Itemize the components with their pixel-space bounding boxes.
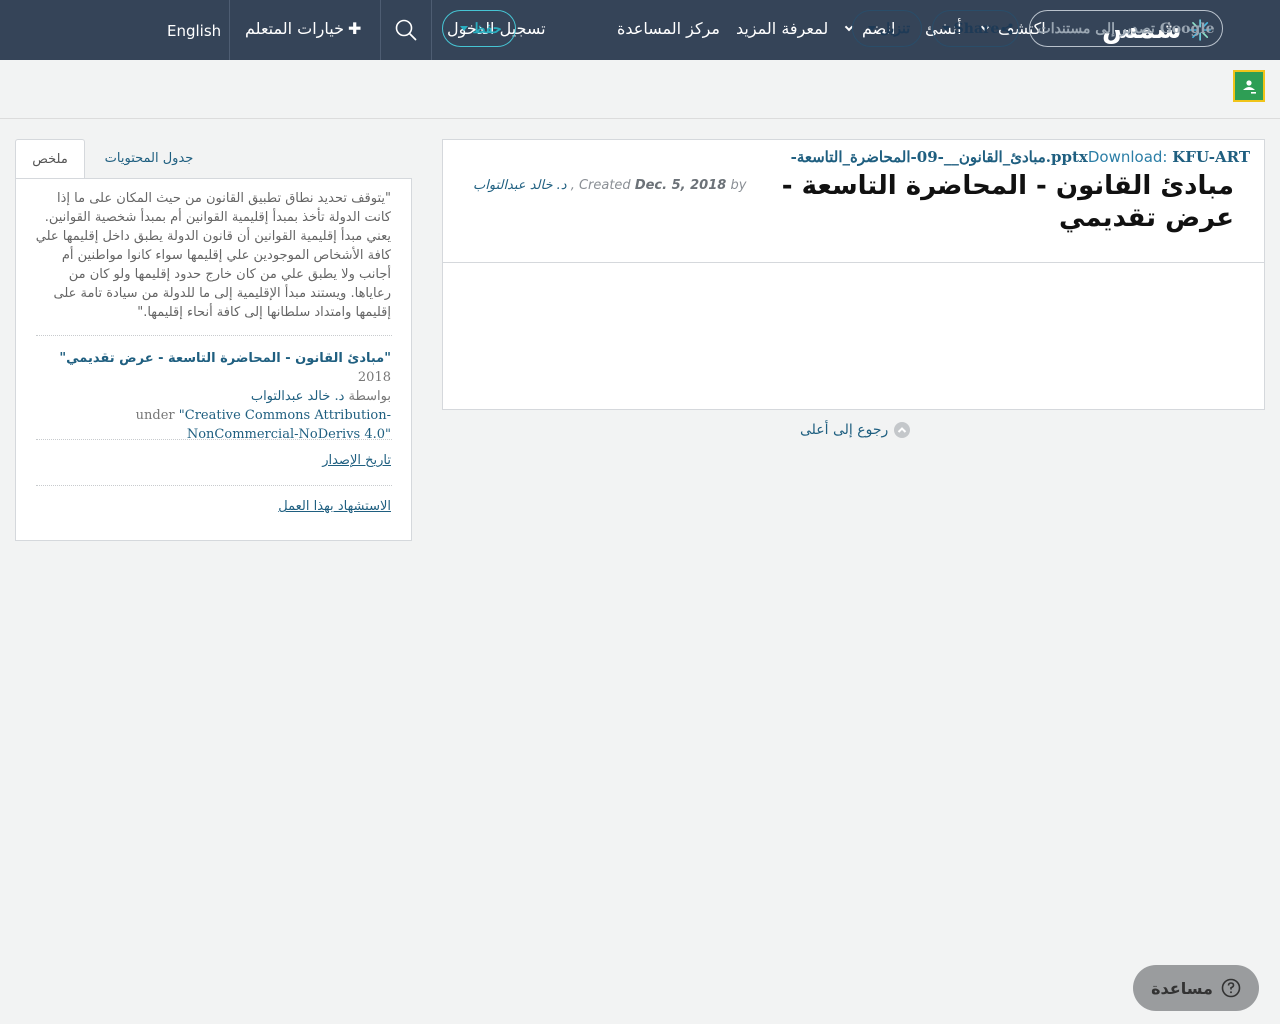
tab-summary-label: ملخص [32,152,68,167]
divider [36,335,392,336]
caret-down-icon [867,26,876,31]
file-prefix: KFU-ART [1172,148,1250,166]
attribution-author-link[interactable]: د. خالد عبدالتواب [251,389,345,404]
caret-down-icon [941,26,950,31]
author-link[interactable]: د. خالد عبدالتواب [473,178,567,193]
resource-title: مبادئ القانون - المحاضرة التاسعة - عرض ت… [781,171,1234,233]
presentation-type-icon [1233,70,1265,102]
divider [36,439,392,440]
back-to-top-label: رجوع إلى أعلى [800,422,889,438]
license-link[interactable]: "Creative Commons Attribution-NonCommerc… [179,408,391,442]
nav-divider [229,0,230,60]
created-label: Created [578,178,631,193]
download-dropdown-label: تنزيل [879,20,911,37]
download-dropdown-button[interactable]: تنزيل [852,10,922,47]
plus-icon: ✚ [347,19,362,38]
question-circle-icon [1221,978,1241,998]
share-icon [1001,23,1013,34]
nav-learn-more[interactable]: لمعرفة المزيد [736,0,828,60]
attribution-under: under [135,408,175,423]
sidebar-panel: "يتوقف تحديد نطاق تطبيق القانون من حيث ا… [15,178,412,541]
created-date: Dec. 5, 2018 [634,178,727,193]
caret-down-icon [460,26,469,31]
nav-language-switch[interactable]: English [167,0,221,60]
nav-learn-more-label: لمعرفة المزيد [736,19,829,38]
save-dropdown-button[interactable]: حفظ [442,10,516,47]
summary-text: "يتوقف تحديد نطاق تطبيق القانون من حيث ا… [35,191,391,320]
nav-help-center-label: مركز المساعدة [617,19,720,38]
export-google-docs-button[interactable]: تصدير إلى مستندات Google [1029,10,1223,47]
nav-divider [380,0,381,60]
share-label: Share [953,20,1000,37]
attribution-year: 2018 [357,370,391,385]
by-label: by [730,178,747,193]
attribution-title: "مبادئ القانون - المحاضرة التاسعة - عرض … [59,351,391,366]
back-to-top-link[interactable]: رجوع إلى أعلى [800,422,911,438]
help-button-label: مساعدة [1151,978,1213,998]
chevron-up-circle-icon [894,422,911,438]
language-label: English [167,22,222,40]
nav-divider [431,0,432,60]
release-history-link[interactable]: تاريخ الإصدار [322,453,391,468]
attribution-by: بواسطة [348,389,391,404]
presenter-icon [1243,80,1256,94]
file-name: -مبادئ_القانون__-09-المحاضرة_التاسعة.ppt… [790,148,1088,166]
resource-meta: د. خالد عبدالتواب , Created Dec. 5, 2018… [473,178,747,193]
attribution: "مبادئ القانون - المحاضرة التاسعة - عرض … [35,349,391,444]
cite-work-link[interactable]: الاستشهاد بهذا العمل [278,499,391,514]
share-button[interactable]: Share [932,10,1019,47]
search-icon [395,19,417,41]
tab-summary[interactable]: ملخص [15,139,85,180]
search-button[interactable] [381,0,431,60]
download-label: Download: [1087,148,1168,166]
save-label: حفظ [472,20,502,37]
nav-help-center[interactable]: مركز المساعدة [617,0,720,60]
sidebar-tabs: ملخص جدول المحتويات [15,139,412,180]
nav-learner-options-label: خيارات المتعلم [245,19,344,38]
download-link[interactable]: -مبادئ_القانون__-09-المحاضرة_التاسعة.ppt… [791,148,1250,166]
tab-table-of-contents[interactable]: جدول المحتويات [93,139,205,179]
resource-card: مبادئ القانون - المحاضرة التاسعة - عرض ت… [442,139,1265,410]
nav-learner-options[interactable]: ✚خيارات المتعلم [245,0,361,60]
help-button[interactable]: مساعدة [1133,965,1259,1011]
divider [36,485,392,486]
tab-toc-label: جدول المحتويات [104,151,194,166]
resource-toolbar [0,60,1280,119]
export-google-docs-label: تصدير إلى مستندات Google [1037,20,1215,37]
